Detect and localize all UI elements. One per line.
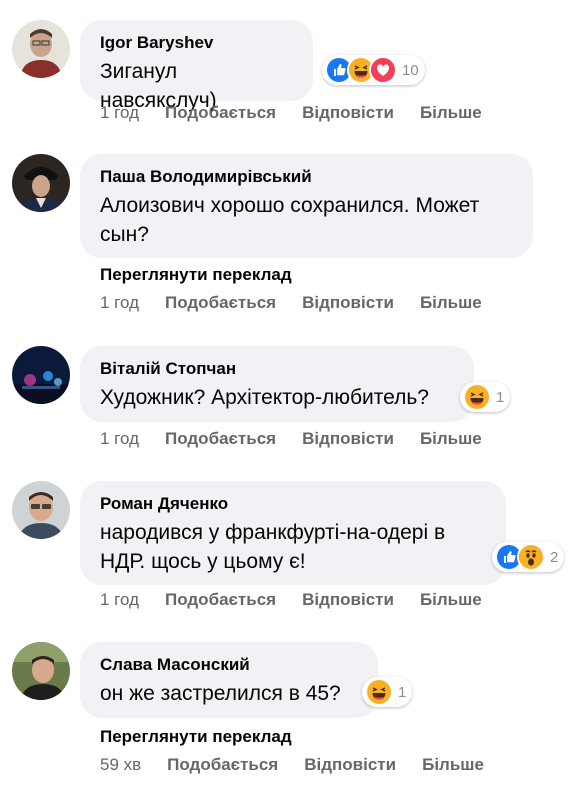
comment-author[interactable]: Віталій Стопчан <box>100 358 454 380</box>
like-button[interactable]: Подобається <box>165 590 276 610</box>
see-translation-link[interactable]: Переглянути переклад <box>100 727 292 747</box>
comment-author[interactable]: Паша Володимирівський <box>100 166 513 188</box>
haha-reaction-icon <box>365 678 393 706</box>
reaction-count: 1 <box>496 388 505 406</box>
comment-timestamp[interactable]: 59 хв <box>100 755 141 775</box>
reply-button[interactable]: Відповісти <box>304 755 396 775</box>
comment-author[interactable]: Igor Baryshev <box>100 32 293 54</box>
haha-reaction-icon <box>463 383 491 411</box>
comment-actions: 1 год Подобається Відповісти Більше <box>100 429 508 449</box>
reactions-summary[interactable]: 10 <box>322 55 425 85</box>
comment-actions: 1 год Подобається Відповісти Більше <box>100 293 508 313</box>
comment-timestamp[interactable]: 1 год <box>100 293 139 313</box>
comment-bubble: Роман Дяченко народився у франкфурті-на-… <box>80 481 506 585</box>
comment-text: он же застрелился в 45? <box>100 682 341 705</box>
avatar[interactable] <box>12 642 70 700</box>
reactions-summary[interactable]: 2 <box>492 542 565 572</box>
wow-reaction-icon <box>517 543 545 571</box>
comment-actions: 59 хв Подобається Відповісти Більше <box>100 755 510 775</box>
comment-author[interactable]: Роман Дяченко <box>100 493 486 515</box>
reply-button[interactable]: Відповісти <box>302 429 394 449</box>
reply-button[interactable]: Відповісти <box>302 103 394 123</box>
reaction-count: 10 <box>402 61 419 79</box>
comment-timestamp[interactable]: 1 год <box>100 103 139 123</box>
more-button[interactable]: Більше <box>420 429 482 449</box>
comment-text: народився у франкфурті-на-одері в НДР. щ… <box>100 521 446 573</box>
avatar[interactable] <box>12 481 70 539</box>
comment-text: Алоизович хорошо сохранился. Может сын? <box>100 194 480 246</box>
like-button[interactable]: Подобається <box>165 103 276 123</box>
avatar[interactable] <box>12 20 70 78</box>
like-button[interactable]: Подобається <box>165 429 276 449</box>
comment-author[interactable]: Слава Масонский <box>100 654 358 676</box>
comment-actions: 1 год Подобається Відповісти Більше <box>100 590 508 610</box>
comment-timestamp[interactable]: 1 год <box>100 590 139 610</box>
reply-button[interactable]: Відповісти <box>302 590 394 610</box>
avatar[interactable] <box>12 346 70 404</box>
see-translation-link[interactable]: Переглянути переклад <box>100 265 292 285</box>
comment-actions: 1 год Подобається Відповісти Більше <box>100 103 508 123</box>
comment-bubble: Віталій Стопчан Художник? Архітектор-люб… <box>80 346 474 422</box>
comment-bubble: Паша Володимирівський Алоизович хорошо с… <box>80 154 533 258</box>
comment-timestamp[interactable]: 1 год <box>100 429 139 449</box>
comment-bubble: Слава Масонский он же застрелился в 45? <box>80 642 378 718</box>
reactions-summary[interactable]: 1 <box>362 677 413 707</box>
comment-text: Художник? Архітектор-любитель? <box>100 386 429 409</box>
more-button[interactable]: Більше <box>420 293 482 313</box>
love-reaction-icon <box>369 56 397 84</box>
more-button[interactable]: Більше <box>422 755 484 775</box>
more-button[interactable]: Більше <box>420 590 482 610</box>
reply-button[interactable]: Відповісти <box>302 293 394 313</box>
like-button[interactable]: Подобається <box>167 755 278 775</box>
reaction-count: 1 <box>398 683 407 701</box>
reactions-summary[interactable]: 1 <box>460 382 511 412</box>
comment-bubble: Igor Baryshev Зиганул навсякслуч) <box>80 20 313 112</box>
more-button[interactable]: Більше <box>420 103 482 123</box>
like-button[interactable]: Подобається <box>165 293 276 313</box>
avatar[interactable] <box>12 154 70 212</box>
reaction-count: 2 <box>550 548 559 566</box>
